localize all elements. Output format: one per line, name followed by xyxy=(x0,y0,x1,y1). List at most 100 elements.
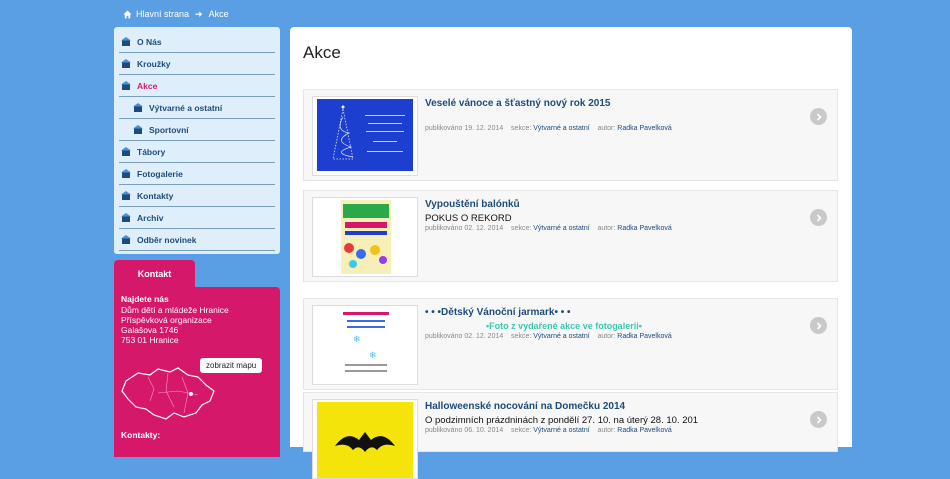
contact-line: Dům dětí a mládeže Hranice xyxy=(121,305,229,315)
halloween-bat-image xyxy=(317,402,413,478)
list-item[interactable]: Halloweenské nocování na Domečku 2014 O … xyxy=(303,392,838,479)
sidebar-item-kontakty[interactable]: Kontakty xyxy=(119,185,275,207)
post-thumbnail[interactable] xyxy=(312,96,418,176)
post-author-link[interactable]: Radka Pavelková xyxy=(617,333,671,340)
meta-label: sekce: xyxy=(511,225,532,232)
breadcrumb-current: Akce xyxy=(208,9,229,19)
svg-text:❄: ❄ xyxy=(369,351,377,361)
meta-label: publikováno xyxy=(425,427,463,434)
sidebar-item-label: Archív xyxy=(137,212,164,223)
breadcrumb: Hlavní strana ➜ Akce xyxy=(123,8,229,20)
post-section-link[interactable]: Výtvarné a ostatní xyxy=(533,225,589,232)
list-item[interactable]: Veselé vánoce a šťastný nový rok 2015 pu… xyxy=(303,89,838,181)
post-title-link[interactable]: Veselé vánoce a šťastný nový rok 2015 xyxy=(425,98,610,109)
post-title-link[interactable]: • • •Dětský Vánoční jarmark• • • xyxy=(425,307,571,318)
list-item[interactable]: Vypouštění balónků POKUS O REKORD publik… xyxy=(303,190,838,282)
sidebar-item-label: O Nás xyxy=(137,36,162,47)
sidebar-item-label: Odběr novinek xyxy=(137,234,197,245)
contact-tab[interactable]: Kontakt xyxy=(114,260,195,287)
house-icon xyxy=(121,235,131,244)
house-icon xyxy=(121,191,131,200)
meta-label: publikováno xyxy=(425,125,463,132)
meta-label: publikováno xyxy=(425,225,463,232)
meta-label: sekce: xyxy=(511,125,532,132)
post-meta: publikováno 02. 12. 2014 sekce: Výtvarné… xyxy=(425,225,672,232)
post-date: 06. 10. 2014 xyxy=(464,427,504,434)
post-excerpt: POKUS O REKORD xyxy=(425,213,512,224)
svg-text:❄: ❄ xyxy=(353,335,361,345)
post-meta: publikováno 06. 10. 2014 sekce: Výtvarné… xyxy=(425,427,672,434)
sidebar-item-label: Výtvarné a ostatní xyxy=(149,102,223,113)
house-icon xyxy=(121,37,131,46)
christmas-tree-image xyxy=(317,99,413,171)
house-icon xyxy=(121,59,131,68)
sidebar-item-akce[interactable]: Akce xyxy=(119,75,275,97)
sidebar-item-archiv[interactable]: Archív xyxy=(119,207,275,229)
contact-line: Galašova 1746 xyxy=(121,325,179,335)
balloons-poster-image xyxy=(341,200,391,274)
meta-label: publikováno xyxy=(425,333,463,340)
chevron-right-icon[interactable] xyxy=(810,411,827,428)
post-excerpt: O podzimních prázdninách z pondělí 27. 1… xyxy=(425,415,698,426)
sidebar-item-vytvarne[interactable]: Výtvarné a ostatní xyxy=(119,97,275,119)
post-author-link[interactable]: Radka Pavelková xyxy=(617,427,671,434)
breadcrumb-home-link[interactable]: Hlavní strana xyxy=(136,9,189,19)
post-thumbnail[interactable] xyxy=(312,399,418,479)
sidebar-item-label: Tábory xyxy=(137,146,166,157)
chevron-right-icon[interactable] xyxy=(810,209,827,226)
home-icon xyxy=(123,9,132,19)
sidebar-item-label: Sportovní xyxy=(149,124,189,135)
house-icon xyxy=(121,147,131,156)
post-author-link[interactable]: Radka Pavelková xyxy=(617,225,671,232)
contact-line: 753 01 Hranice xyxy=(121,335,179,345)
contact-line: Příspěvková organizace xyxy=(121,315,212,325)
arrow-right-icon: ➜ xyxy=(195,8,203,19)
post-title-link[interactable]: Halloweenské nocování na Domečku 2014 xyxy=(425,401,625,412)
sidebar-menu: O Nás Kroužky Akce Výtvarné a ostatní Sp… xyxy=(114,27,280,254)
post-date: 19. 12. 2014 xyxy=(464,125,504,132)
post-meta: publikováno 19. 12. 2014 sekce: Výtvarné… xyxy=(425,125,672,132)
post-thumbnail[interactable] xyxy=(312,197,418,277)
show-map-button[interactable]: zobrazit mapu xyxy=(200,358,263,373)
house-icon xyxy=(121,81,131,90)
house-icon xyxy=(121,213,131,222)
house-icon xyxy=(133,125,143,134)
list-item[interactable]: ❄ ❄ • • •Dětský Vánoční jarmark• • • •Fo… xyxy=(303,298,838,390)
contact-heading: Najdete nás xyxy=(121,294,169,304)
post-section-link[interactable]: Výtvarné a ostatní xyxy=(533,125,589,132)
main-content: Akce Veselé vánoce a šťastný nový rok 20… xyxy=(290,27,852,479)
sidebar-item-sportovni[interactable]: Sportovní xyxy=(119,119,275,141)
post-section-link[interactable]: Výtvarné a ostatní xyxy=(533,333,589,340)
sidebar-item-label: Kontakty xyxy=(137,190,174,201)
contact-box: Kontakt Najdete nás Dům dětí a mládeže H… xyxy=(114,260,280,457)
post-thumbnail[interactable]: ❄ ❄ xyxy=(312,305,418,385)
post-author-link[interactable]: Radka Pavelková xyxy=(617,125,671,132)
sidebar-item-odber-novinek[interactable]: Odběr novinek xyxy=(119,229,275,251)
sidebar-item-label: Akce xyxy=(137,80,158,91)
sidebar-item-label: Kroužky xyxy=(137,58,171,69)
meta-label: autor: xyxy=(597,125,616,132)
chevron-right-icon[interactable] xyxy=(810,317,827,334)
meta-label: sekce: xyxy=(511,427,532,434)
jarmark-poster-image: ❄ ❄ xyxy=(337,308,395,382)
contact-kontakty-label: Kontakty: xyxy=(121,430,161,440)
house-icon xyxy=(121,169,131,178)
sidebar-item-o-nas[interactable]: O Nás xyxy=(119,31,275,53)
meta-label: autor: xyxy=(597,225,616,232)
post-title-link[interactable]: Vypouštění balónků xyxy=(425,199,520,210)
page-title: Akce xyxy=(303,43,341,62)
post-date: 02. 12. 2014 xyxy=(464,333,504,340)
meta-label: autor: xyxy=(597,333,616,340)
post-section-link[interactable]: Výtvarné a ostatní xyxy=(533,427,589,434)
post-excerpt: •Foto z vydařené akce ve fotogalerii• xyxy=(486,321,642,331)
meta-label: sekce: xyxy=(511,333,532,340)
house-icon xyxy=(133,103,143,112)
chevron-right-icon[interactable] xyxy=(810,108,827,125)
sidebar-item-label: Fotogalerie xyxy=(137,168,183,179)
contact-body: Najdete nás Dům dětí a mládeže Hranice P… xyxy=(114,287,280,457)
post-date: 02. 12. 2014 xyxy=(464,225,504,232)
sidebar-item-tabory[interactable]: Tábory xyxy=(119,141,275,163)
post-meta: publikováno 02. 12. 2014 sekce: Výtvarné… xyxy=(425,333,672,340)
sidebar-item-fotogalerie[interactable]: Fotogalerie xyxy=(119,163,275,185)
sidebar-item-krouzky[interactable]: Kroužky xyxy=(119,53,275,75)
